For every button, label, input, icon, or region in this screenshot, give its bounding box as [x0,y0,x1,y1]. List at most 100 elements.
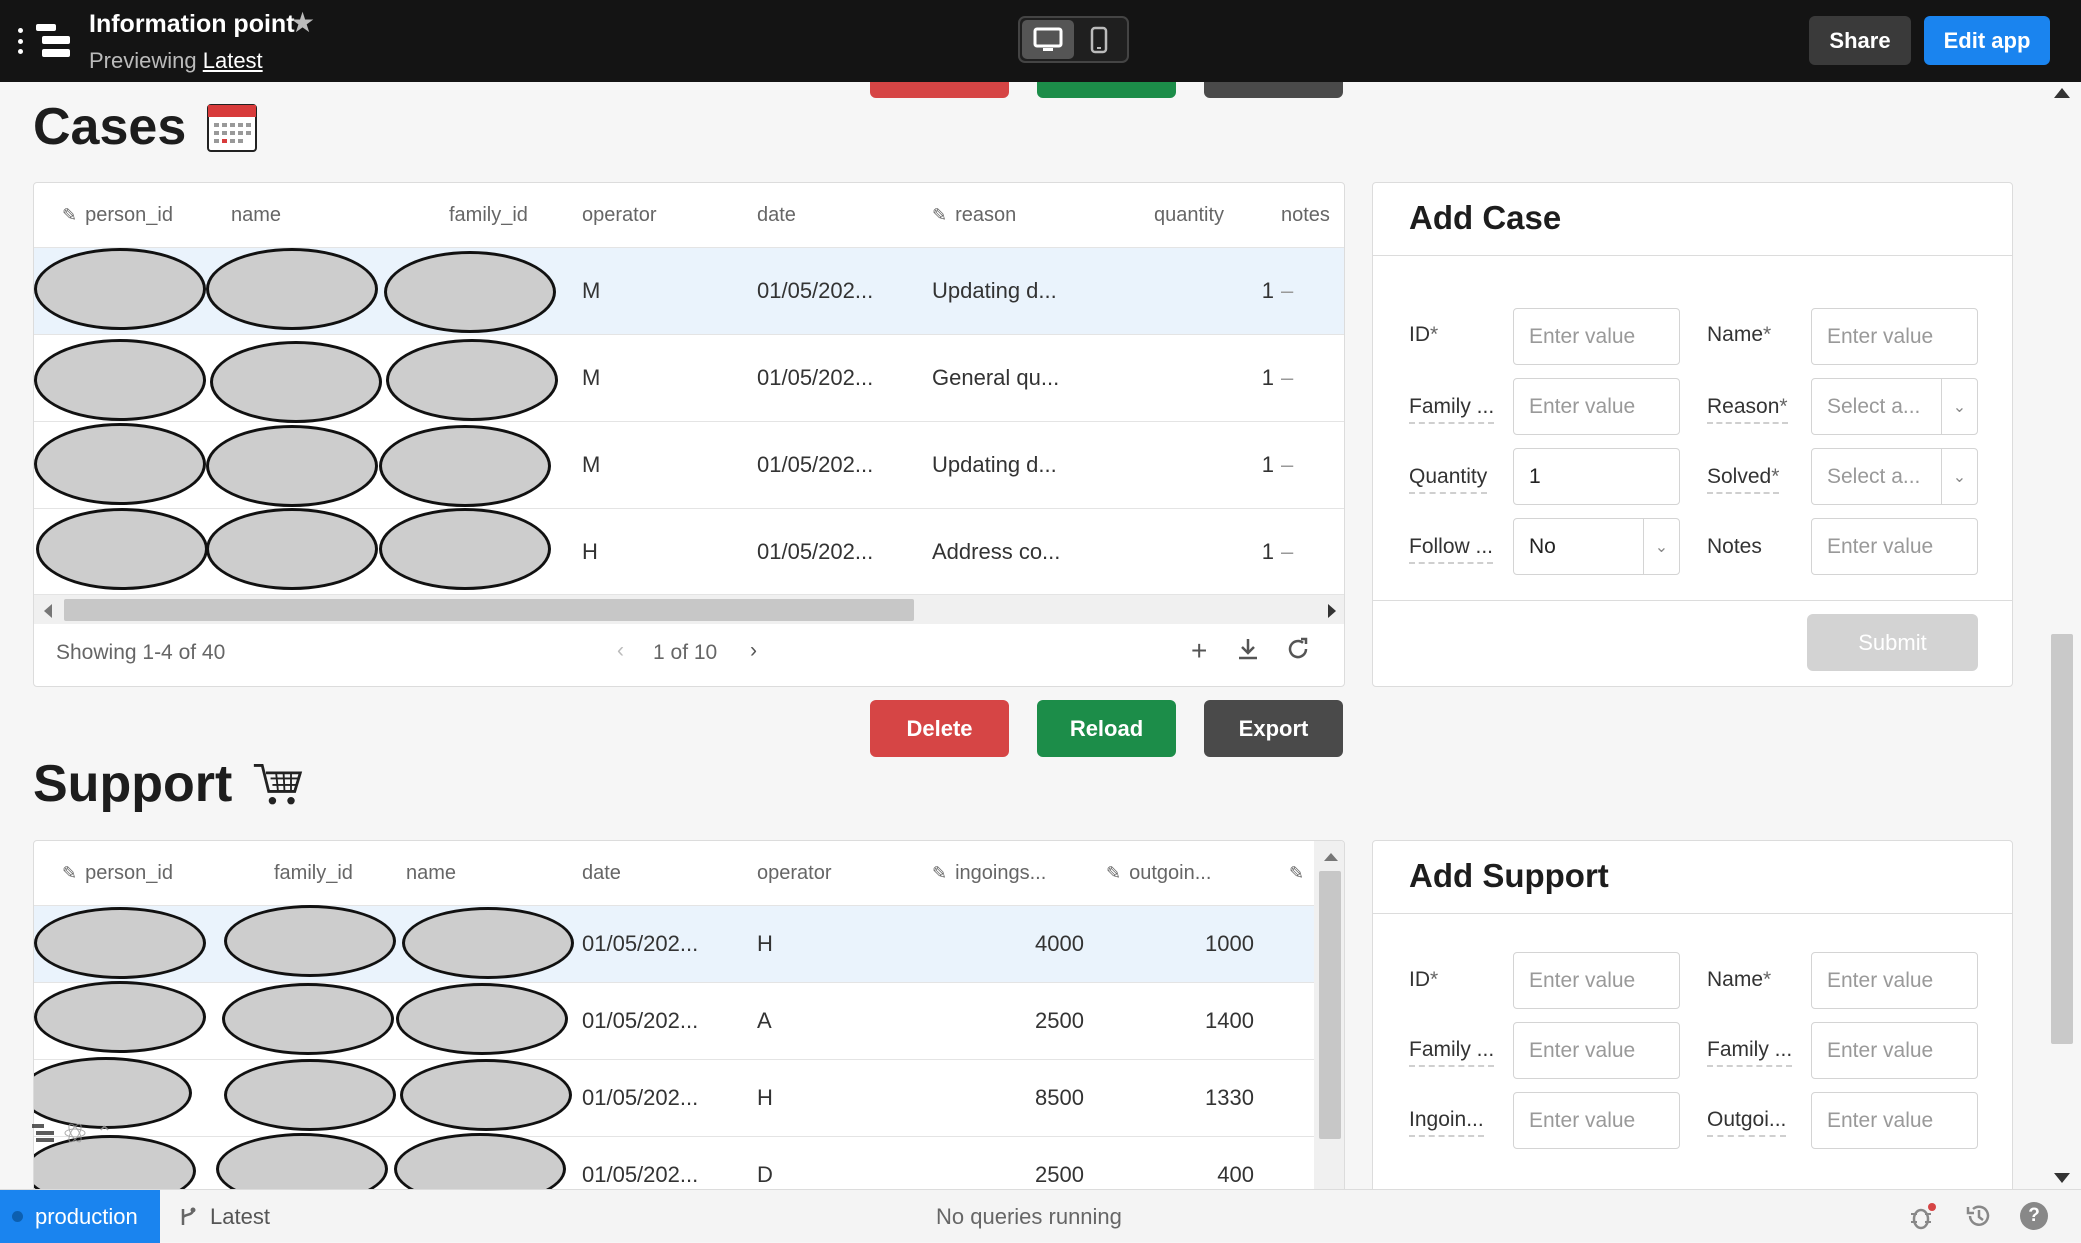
refresh-icon[interactable] [1286,637,1310,667]
desktop-view-button[interactable] [1022,20,1074,59]
pencil-icon: ✎ [62,204,78,225]
retool-logo-icon [32,1124,54,1142]
version-link[interactable]: Latest [203,48,263,73]
star-icon[interactable]: ★ [290,6,315,39]
col-person-id[interactable]: ✎ person_id [62,841,173,905]
page-vertical-scrollbar[interactable] [2050,82,2081,1189]
horizontal-scrollbar[interactable] [34,594,1344,624]
name-input[interactable]: Enter value [1811,952,1978,1009]
id-label: ID* [1409,323,1439,346]
pencil-icon: ✎ [932,862,948,883]
download-icon[interactable] [1237,637,1259,667]
next-page-icon[interactable]: › [750,639,757,663]
cases-heading: Cases [33,92,258,162]
submit-button[interactable]: Submit [1807,614,1978,671]
col-outgoings[interactable]: ✎ outgoin... [1106,841,1211,905]
device-toggle [1018,16,1129,63]
reason-select[interactable]: Select a... ⌄ [1811,378,1978,435]
bug-icon[interactable] [1908,1202,1938,1232]
id-input[interactable]: Enter value [1513,952,1680,1009]
cell-quantity: 1 [1261,365,1274,390]
reload-button-offscreen[interactable] [1037,82,1176,98]
outgoings-label: Outgoi... [1707,1108,1787,1137]
scroll-down-icon[interactable] [2054,1173,2070,1183]
redaction-mark [34,907,206,979]
chevron-up-icon: ⌃ [96,1122,113,1145]
export-button-offscreen[interactable] [1204,82,1343,98]
pencil-icon: ✎ [1106,862,1122,883]
more-menu-icon[interactable] [16,28,24,54]
prev-page-icon[interactable]: ‹ [617,639,624,663]
retool-badge[interactable]: ⌃ [32,1110,242,1156]
col-more[interactable]: ✎ [1289,841,1312,905]
reload-button[interactable]: Reload [1037,700,1176,757]
col-ingoings[interactable]: ✎ ingoings... [932,841,1046,905]
quantity-input[interactable]: 1 [1513,448,1680,505]
scroll-thumb[interactable] [2051,634,2073,1044]
retool-logo-icon[interactable] [36,22,70,58]
delete-button[interactable]: Delete [870,700,1009,757]
col-family-id[interactable]: family_id [449,183,528,247]
edit-app-button[interactable]: Edit app [1924,16,2050,65]
col-name[interactable]: name [406,841,456,905]
help-icon[interactable]: ? [2020,1202,2048,1230]
col-person-id[interactable]: ✎ person_id [62,183,173,247]
page-indicator: 1 of 10 [653,641,718,664]
quantity-label: Quantity [1409,465,1488,494]
reason-label: Reason* [1707,395,1788,424]
previewing-label: Previewing [89,48,197,73]
scroll-thumb[interactable] [1319,871,1341,1139]
family-2-label: Family ... [1707,1038,1793,1067]
cell-operator: A [757,1008,772,1033]
share-button[interactable]: Share [1809,16,1911,65]
mobile-view-button[interactable] [1074,20,1126,59]
export-button[interactable]: Export [1204,700,1343,757]
history-icon[interactable] [1965,1202,1993,1235]
cell-operator: M [582,365,601,390]
notes-input[interactable]: Enter value [1811,518,1978,575]
outgoings-input[interactable]: Enter value [1811,1092,1978,1149]
scroll-left-icon[interactable] [44,604,52,618]
scroll-up-icon[interactable] [1324,853,1338,861]
name-input[interactable]: Enter value [1811,308,1978,365]
scroll-right-icon[interactable] [1328,604,1336,618]
cell-outgoings: 1000 [1205,931,1254,956]
col-quantity[interactable]: quantity [1154,183,1224,247]
col-operator[interactable]: operator [582,183,657,247]
add-support-title: Add Support [1409,857,1609,894]
solved-select[interactable]: Select a... ⌄ [1811,448,1978,505]
id-input[interactable]: Enter value [1513,308,1680,365]
support-title: Support [33,755,233,813]
col-notes[interactable]: notes [1281,183,1330,247]
scroll-thumb[interactable] [64,599,914,621]
family-input[interactable]: Enter value [1513,1022,1680,1079]
solved-select-value: Select a... [1827,464,1921,488]
version-selector[interactable]: Latest [178,1204,270,1230]
col-date[interactable]: date [757,183,796,247]
family-2-input[interactable]: Enter value [1811,1022,1978,1079]
col-operator[interactable]: operator [757,841,832,905]
cell-operator: H [582,539,598,564]
table-vertical-scrollbar[interactable] [1314,841,1344,1199]
follow-select[interactable]: No ⌄ [1513,518,1680,575]
chevron-down-icon: ⌄ [1941,379,1977,434]
environment-badge[interactable]: production [0,1190,160,1243]
redaction-mark [386,339,558,421]
name-label: Name* [1707,323,1772,346]
version-label: Latest [210,1204,270,1229]
redaction-mark [400,1059,572,1131]
cell-reason: Updating d... [932,452,1057,477]
col-reason[interactable]: ✎ reason [932,183,1016,247]
scroll-up-icon[interactable] [2054,88,2070,98]
col-family-id[interactable]: family_id [274,841,353,905]
delete-button-offscreen[interactable] [870,82,1009,98]
cases-table: ✎ person_id name family_id operator date … [33,182,1345,687]
add-row-icon[interactable]: + [1191,635,1207,667]
divider [1373,255,2012,256]
cell-reason: General qu... [932,365,1060,390]
redaction-mark [222,983,394,1055]
col-name[interactable]: name [231,183,281,247]
ingoings-input[interactable]: Enter value [1513,1092,1680,1149]
family-input[interactable]: Enter value [1513,378,1680,435]
col-date[interactable]: date [582,841,621,905]
